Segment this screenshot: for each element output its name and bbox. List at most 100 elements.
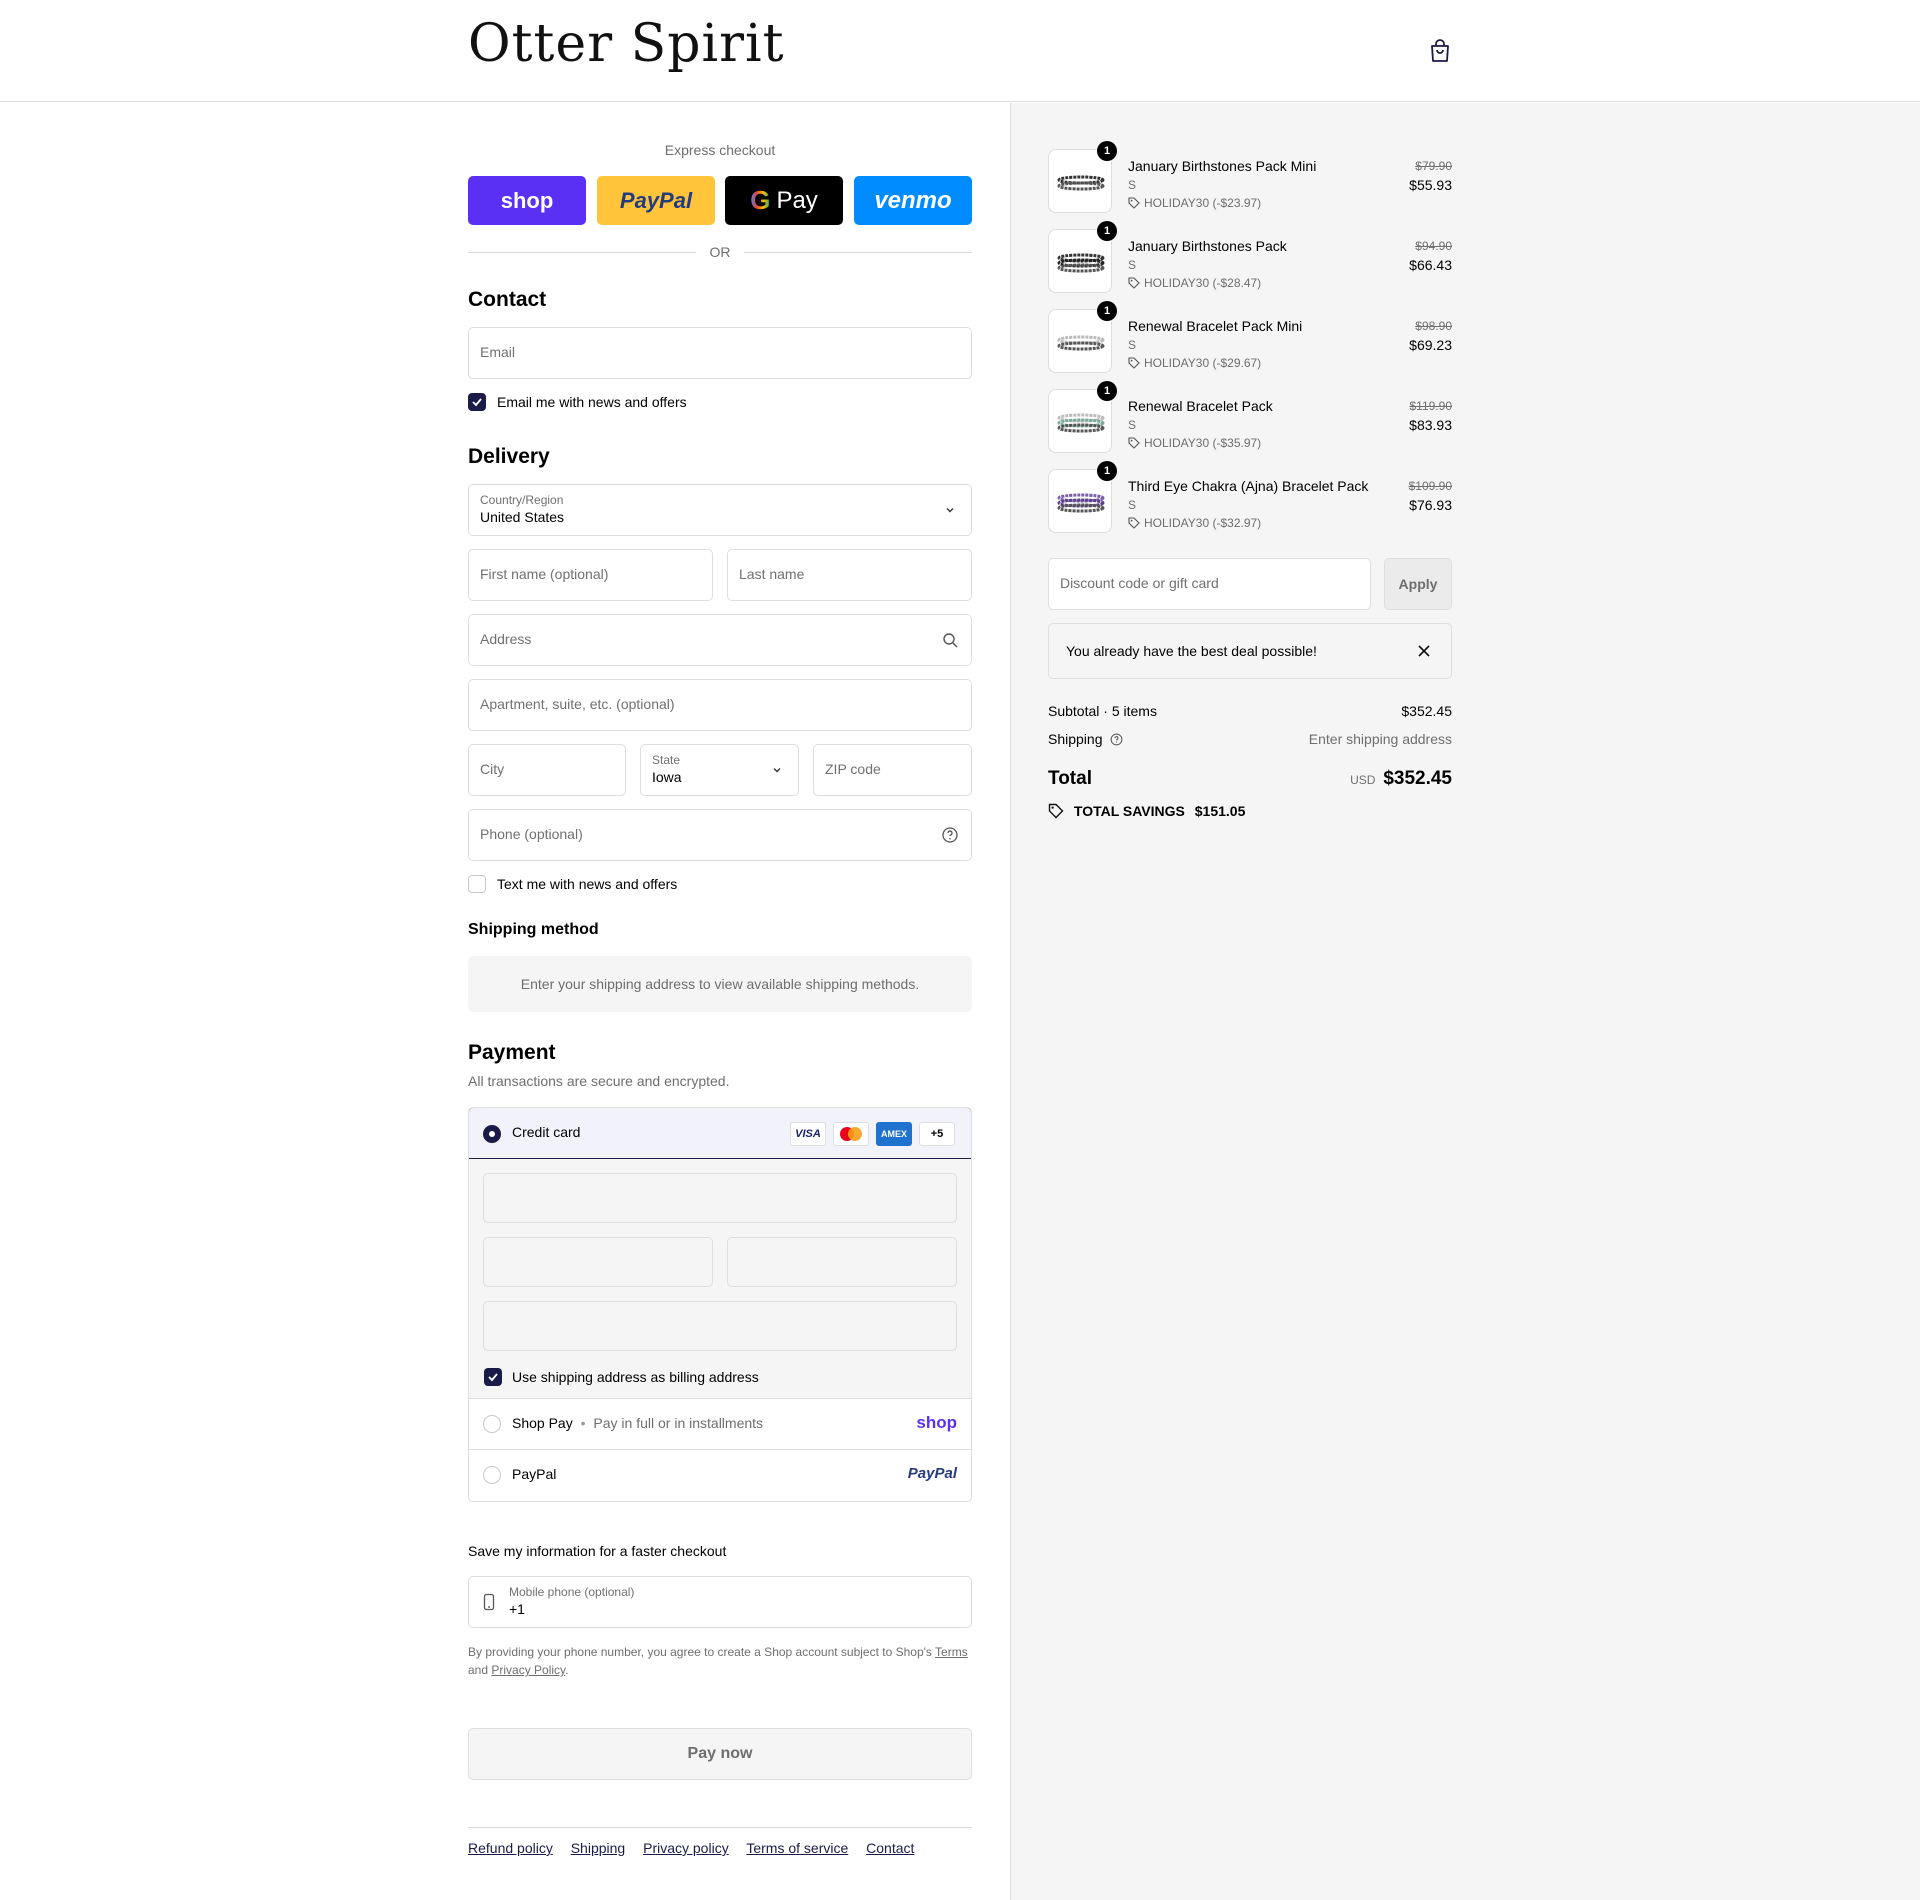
brand-logo[interactable]: Otter Spirit [468,14,785,74]
shop-pay-label: Shop Pay [512,1415,573,1431]
google-pay-button[interactable]: G Pay [725,176,843,225]
shopping-bag-icon[interactable] [1428,38,1452,64]
discount-code-field[interactable]: Discount code or gift card [1048,558,1371,610]
save-info-title: Save my information for a faster checkou… [468,1543,727,1559]
shop-pay-text: Shop Pay • Pay in full or in installment… [512,1415,764,1431]
news-checkbox[interactable] [468,393,486,411]
item-name: January Birthstones Pack Mini [1128,158,1317,174]
mobile-phone-value: +1 [509,1601,525,1617]
or-label: OR [709,244,731,260]
card-expiry-field[interactable] [483,1237,713,1287]
footer-divider [468,1827,972,1828]
credit-card-option[interactable]: Credit card VISA AMEX +5 [469,1108,971,1159]
city-field[interactable]: City [468,744,626,796]
total-value: $352.45 [1383,768,1452,789]
mobile-phone-icon [483,1593,495,1611]
last-name-field[interactable]: Last name [727,549,972,601]
shop-pay-subtitle: Pay in full or in installments [593,1415,764,1431]
card-number-field[interactable] [483,1173,957,1223]
privacy-policy-link[interactable]: Privacy Policy [491,1663,565,1677]
total-savings-value: $151.05 [1194,803,1246,819]
terms-link[interactable]: Terms [935,1645,968,1659]
news-checkbox-label[interactable]: Email me with news and offers [497,394,687,410]
terms-of-service-link[interactable]: Terms of service [746,1840,848,1856]
tag-icon [1128,517,1140,529]
first-name-placeholder: First name (optional) [480,566,609,582]
pay-now-button[interactable]: Pay now [468,1728,972,1780]
shop-pay-button[interactable]: shop [468,176,586,225]
total-amount: USD $352.45 [1350,768,1452,790]
item-discount: HOLIDAY30 (-$32.97) [1128,516,1261,530]
paypal-button[interactable]: PayPal [597,176,715,225]
close-icon[interactable] [1417,644,1431,658]
shop-pay-radio[interactable] [483,1415,501,1433]
card-details-form: Use shipping address as billing address [469,1159,971,1399]
venmo-button[interactable]: venmo [854,176,972,225]
shop-terms-text: By providing your phone number, you agre… [468,1643,972,1679]
shop-pay-option[interactable]: Shop Pay • Pay in full or in installment… [469,1399,971,1449]
tag-icon [1128,197,1140,209]
footer-links: Refund policy Shipping Privacy policy Te… [468,1840,928,1856]
billing-checkbox[interactable] [484,1368,502,1386]
item-name: January Birthstones Pack [1128,238,1287,254]
address-field[interactable]: Address [468,614,972,666]
paypal-radio[interactable] [483,1466,501,1484]
apartment-placeholder: Apartment, suite, etc. (optional) [480,696,675,712]
shipping-value: Enter shipping address [1308,731,1452,747]
last-name-placeholder: Last name [739,566,805,582]
tag-icon [1048,803,1064,819]
item-discount-code: HOLIDAY30 (-$35.97) [1144,436,1262,450]
contact-heading: Contact [468,288,547,311]
quantity-badge: 1 [1097,301,1117,321]
credit-card-radio[interactable] [483,1125,501,1143]
discount-notice-text: You already have the best deal possible! [1066,643,1317,659]
billing-checkbox-label[interactable]: Use shipping address as billing address [512,1369,759,1385]
card-name-field[interactable] [483,1301,957,1351]
item-price: $66.43 [1409,257,1452,273]
currency-code: USD [1350,773,1376,787]
chevron-down-icon [946,508,954,513]
tag-icon [1128,437,1140,449]
refund-policy-link[interactable]: Refund policy [468,1840,553,1856]
help-icon[interactable] [941,826,959,844]
site-header: Otter Spirit [0,0,1920,102]
card-cvv-field[interactable] [727,1237,957,1287]
total-savings-label: TOTAL SAVINGS [1073,803,1185,819]
discount-notice: You already have the best deal possible! [1048,623,1452,679]
item-variant: S [1128,498,1137,512]
total-label: Total [1048,768,1092,789]
item-price: $83.93 [1409,417,1452,433]
shipping-link[interactable]: Shipping [571,1840,626,1856]
item-discount-code: HOLIDAY30 (-$32.97) [1144,516,1262,530]
zip-field[interactable]: ZIP code [813,744,972,796]
paypal-logo: PayPal [619,187,693,213]
country-select[interactable]: Country/Region United States [468,484,972,536]
paypal-option[interactable]: PayPal PayPal [469,1449,971,1499]
google-g-icon: G [750,185,771,215]
item-discount: HOLIDAY30 (-$28.47) [1128,276,1261,290]
payment-subtitle: All transactions are secure and encrypte… [468,1073,730,1089]
phone-field[interactable]: Phone (optional) [468,809,972,861]
item-price: $69.23 [1409,337,1452,353]
apartment-field[interactable]: Apartment, suite, etc. (optional) [468,679,972,731]
first-name-field[interactable]: First name (optional) [468,549,713,601]
apply-discount-button[interactable]: Apply [1384,558,1452,610]
text-checkbox-label[interactable]: Text me with news and offers [497,876,677,892]
item-discount-code: HOLIDAY30 (-$23.97) [1144,196,1262,210]
mobile-phone-label: Mobile phone (optional) [509,1585,635,1599]
help-icon[interactable] [1110,733,1123,746]
express-checkout-title: Express checkout [664,142,776,158]
more-cards-badge: +5 [919,1122,955,1146]
email-field[interactable]: Email [468,327,972,379]
paypal-logo: PayPal [907,1465,957,1482]
contact-link[interactable]: Contact [866,1840,914,1856]
mobile-phone-field[interactable]: Mobile phone (optional) +1 [468,1576,972,1628]
checkmark-icon [488,1373,498,1382]
state-select[interactable]: State Iowa [640,744,799,796]
item-discount-code: HOLIDAY30 (-$28.47) [1144,276,1262,290]
paypal-label: PayPal [512,1466,557,1482]
privacy-policy-footer-link[interactable]: Privacy policy [643,1840,729,1856]
credit-card-label: Credit card [512,1124,581,1140]
quantity-badge: 1 [1097,461,1117,481]
text-checkbox[interactable] [468,875,486,893]
